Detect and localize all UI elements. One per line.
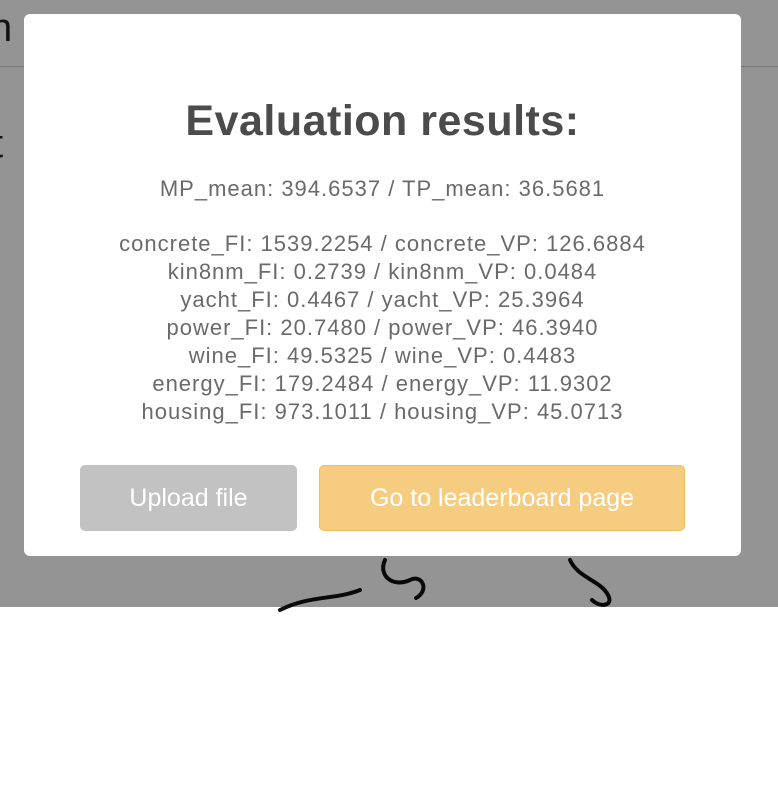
result-item-wine: wine_FI: 49.5325 / wine_VP: 0.4483 bbox=[188, 343, 577, 368]
modal-title: Evaluation results: bbox=[185, 97, 580, 145]
results-list: concrete_FI: 1539.2254 / concrete_VP: 12… bbox=[24, 230, 741, 426]
upload-file-button[interactable]: Upload file bbox=[80, 465, 297, 531]
result-item-concrete: concrete_FI: 1539.2254 / concrete_VP: 12… bbox=[119, 231, 646, 256]
mean-summary: MP_mean: 394.6537 / TP_mean: 36.5681 bbox=[159, 176, 606, 201]
result-item-energy: energy_FI: 179.2484 / energy_VP: 11.9302 bbox=[152, 371, 613, 396]
go-to-leaderboard-button[interactable]: Go to leaderboard page bbox=[319, 465, 685, 531]
evaluation-results-modal: Evaluation results: MP_mean: 394.6537 / … bbox=[24, 14, 741, 556]
result-item-kin8nm: kin8nm_FI: 0.2739 / kin8nm_VP: 0.0484 bbox=[167, 259, 598, 284]
result-item-power: power_FI: 20.7480 / power_VP: 46.3940 bbox=[166, 315, 599, 340]
result-item-yacht: yacht_FI: 0.4467 / yacht_VP: 25.3964 bbox=[180, 287, 585, 312]
result-item-housing: housing_FI: 973.1011 / housing_VP: 45.07… bbox=[141, 399, 624, 424]
